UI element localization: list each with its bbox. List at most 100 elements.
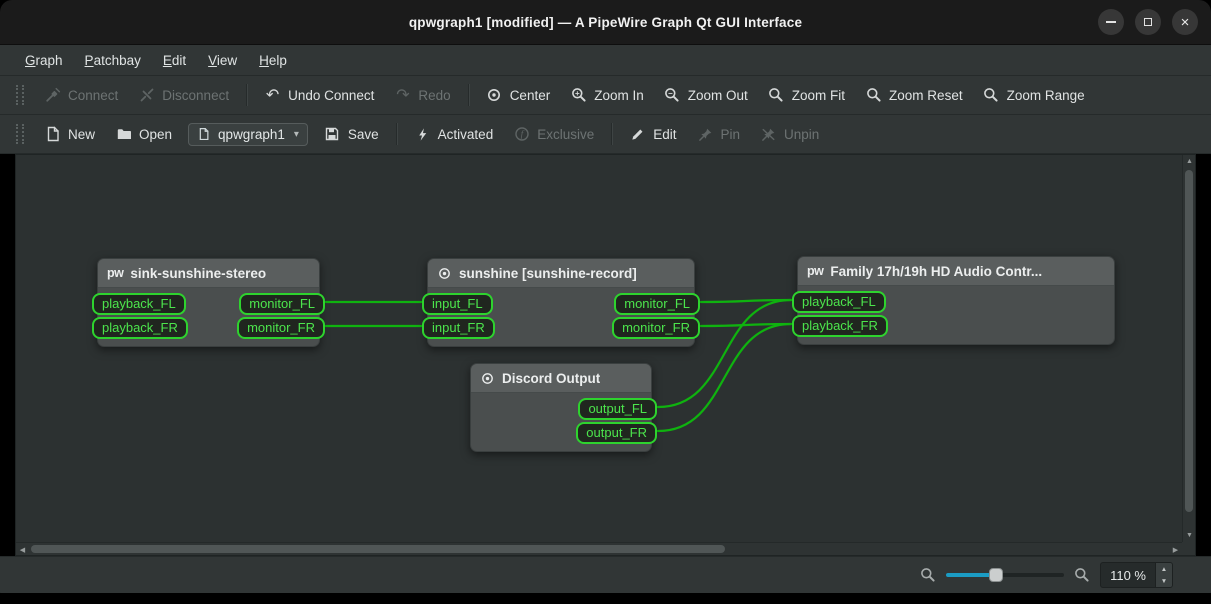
- node-title: sunshine [sunshine-record]: [459, 266, 637, 281]
- window-controls: ×: [1098, 9, 1198, 35]
- toolbar-handle[interactable]: [16, 124, 24, 144]
- zoom-fit-label: Zoom Fit: [792, 88, 845, 103]
- pin-button[interactable]: Pin: [688, 121, 750, 148]
- undo-connect-button[interactable]: ↶Undo Connect: [255, 82, 383, 109]
- canvas-area: pwsink-sunshine-stereoplayback_FLmonitor…: [15, 154, 1196, 556]
- node-ports: playback_FLmonitor_FLplayback_FRmonitor_…: [98, 288, 319, 346]
- port-row: output_FR: [478, 421, 644, 445]
- edit-label: Edit: [653, 127, 676, 142]
- open-label: Open: [139, 127, 172, 142]
- zoom-slider[interactable]: [946, 573, 1064, 577]
- toolbar-handle[interactable]: [16, 85, 24, 105]
- connection-wire-monitor_FR-to-playback_FR[interactable]: [701, 324, 791, 326]
- connection-wire-monitor_FL-to-playback_FL[interactable]: [701, 300, 791, 302]
- node-header: pwsink-sunshine-stereo: [98, 259, 319, 288]
- save-button[interactable]: Save: [315, 121, 388, 148]
- redo-button[interactable]: ↷Redo: [385, 82, 459, 109]
- graph-canvas[interactable]: pwsink-sunshine-stereoplayback_FLmonitor…: [16, 155, 1182, 542]
- port-monitor_FR[interactable]: monitor_FR: [237, 317, 325, 339]
- zoom-reset-button[interactable]: Zoom Reset: [856, 82, 972, 109]
- zoom-out-button[interactable]: −Zoom Out: [655, 82, 757, 109]
- zoom-out-icon[interactable]: [920, 567, 936, 583]
- menu-patchbay[interactable]: Patchbay: [75, 49, 151, 72]
- exclusive-label: Exclusive: [537, 127, 594, 142]
- edit-icon: [629, 126, 646, 143]
- horizontal-scrollbar-thumb[interactable]: [31, 545, 725, 553]
- zoom-fit-button[interactable]: Zoom Fit: [759, 82, 854, 109]
- zoom-out-label: Zoom Out: [688, 88, 748, 103]
- horizontal-scrollbar[interactable]: ◀ ▶: [16, 542, 1182, 555]
- exclusive-icon: f: [513, 126, 530, 143]
- activated-button[interactable]: Activated: [405, 121, 503, 148]
- port-row: playback_FRmonitor_FR: [105, 316, 312, 340]
- new-icon: [44, 126, 61, 143]
- port-monitor_FL[interactable]: monitor_FL: [239, 293, 325, 315]
- port-playback_FR[interactable]: playback_FR: [792, 315, 888, 337]
- menubar: GraphPatchbayEditViewHelp: [0, 45, 1211, 76]
- node-sink-sunshine-stereo[interactable]: pwsink-sunshine-stereoplayback_FLmonitor…: [97, 258, 320, 347]
- port-row: input_FLmonitor_FL: [435, 292, 687, 316]
- vertical-scrollbar[interactable]: ▲ ▼: [1182, 155, 1195, 542]
- zoom-reset-label: Zoom Reset: [889, 88, 963, 103]
- port-row: playback_FLmonitor_FL: [105, 292, 312, 316]
- node-family-17h-19h-hd-audio-contr[interactable]: pw Family 17h/19h HD Audio Contr... playba…: [797, 256, 1115, 345]
- node-title: Family 17h/19h HD Audio Contr...: [830, 264, 1042, 279]
- menu-graph[interactable]: Graph: [15, 49, 73, 72]
- center-button[interactable]: Center: [477, 82, 560, 109]
- new-button[interactable]: New: [35, 121, 104, 148]
- zoom-in-icon[interactable]: [1074, 567, 1090, 583]
- port-output_FL[interactable]: output_FL: [578, 398, 657, 420]
- titlebar[interactable]: qpwgraph1 [modified] — A PipeWire Graph …: [0, 0, 1211, 45]
- zoom-spinbox[interactable]: 110 % ▲ ▼: [1100, 562, 1173, 588]
- zoom-in-label: Zoom In: [594, 88, 644, 103]
- file-icon: [197, 127, 212, 142]
- port-playback_FL[interactable]: playback_FL: [92, 293, 186, 315]
- node-sunshine-sunshine-record[interactable]: sunshine [sunshine-record] input_FLmonito…: [427, 258, 695, 347]
- toolbar-separator: [468, 84, 469, 106]
- toolbar-separator: [611, 123, 612, 145]
- port-row: playback_FL: [805, 290, 1107, 314]
- port-monitor_FR[interactable]: monitor_FR: [612, 317, 700, 339]
- pipewire-icon: pw: [807, 264, 823, 278]
- zoom-in-button[interactable]: +Zoom In: [561, 82, 653, 109]
- maximize-button[interactable]: [1135, 9, 1161, 35]
- port-monitor_FL[interactable]: monitor_FL: [614, 293, 700, 315]
- window-title: qpwgraph1 [modified] — A PipeWire Graph …: [409, 15, 802, 30]
- toolbar-patchbay: New Open qpwgraph1▾ Save Activated f Exclusive…: [0, 115, 1211, 154]
- port-playback_FR[interactable]: playback_FR: [92, 317, 188, 339]
- statusbar: 110 % ▲ ▼: [0, 556, 1211, 593]
- port-input_FR[interactable]: input_FR: [422, 317, 495, 339]
- menu-edit[interactable]: Edit: [153, 49, 196, 72]
- zoom-slider-handle[interactable]: [989, 568, 1003, 582]
- disconnect-button[interactable]: Disconnect: [129, 82, 238, 109]
- menu-help[interactable]: Help: [249, 49, 297, 72]
- port-output_FR[interactable]: output_FR: [576, 422, 657, 444]
- minimize-button[interactable]: [1098, 9, 1124, 35]
- port-input_FL[interactable]: input_FL: [422, 293, 493, 315]
- edit-button[interactable]: Edit: [620, 121, 685, 148]
- node-title: sink-sunshine-stereo: [130, 266, 266, 281]
- new-label: New: [68, 127, 95, 142]
- center-label: Center: [510, 88, 551, 103]
- spin-up-icon[interactable]: ▲: [1156, 563, 1172, 575]
- scroll-right-icon[interactable]: ▶: [1169, 543, 1182, 556]
- node-ports: input_FLmonitor_FLinput_FRmonitor_FR: [428, 288, 694, 346]
- exclusive-button[interactable]: f Exclusive: [504, 121, 603, 148]
- unpin-button[interactable]: Unpin: [751, 121, 828, 148]
- connect-icon: [44, 87, 61, 104]
- open-button[interactable]: Open: [106, 121, 181, 148]
- patchbay-combo[interactable]: qpwgraph1▾: [188, 123, 308, 146]
- connect-button[interactable]: Connect: [35, 82, 127, 109]
- scroll-left-icon[interactable]: ◀: [16, 543, 29, 556]
- spin-down-icon[interactable]: ▼: [1156, 575, 1172, 587]
- scroll-down-icon[interactable]: ▼: [1183, 529, 1196, 542]
- port-playback_FL[interactable]: playback_FL: [792, 291, 886, 313]
- zoom-range-button[interactable]: Zoom Range: [974, 82, 1094, 109]
- vertical-scrollbar-thumb[interactable]: [1185, 170, 1193, 512]
- menu-view[interactable]: View: [198, 49, 247, 72]
- record-icon: [480, 371, 495, 386]
- node-discord-output[interactable]: Discord Outputoutput_FLoutput_FR: [470, 363, 652, 452]
- close-button[interactable]: ×: [1172, 9, 1198, 35]
- chevron-down-icon: ▾: [294, 129, 299, 140]
- scroll-up-icon[interactable]: ▲: [1183, 155, 1196, 168]
